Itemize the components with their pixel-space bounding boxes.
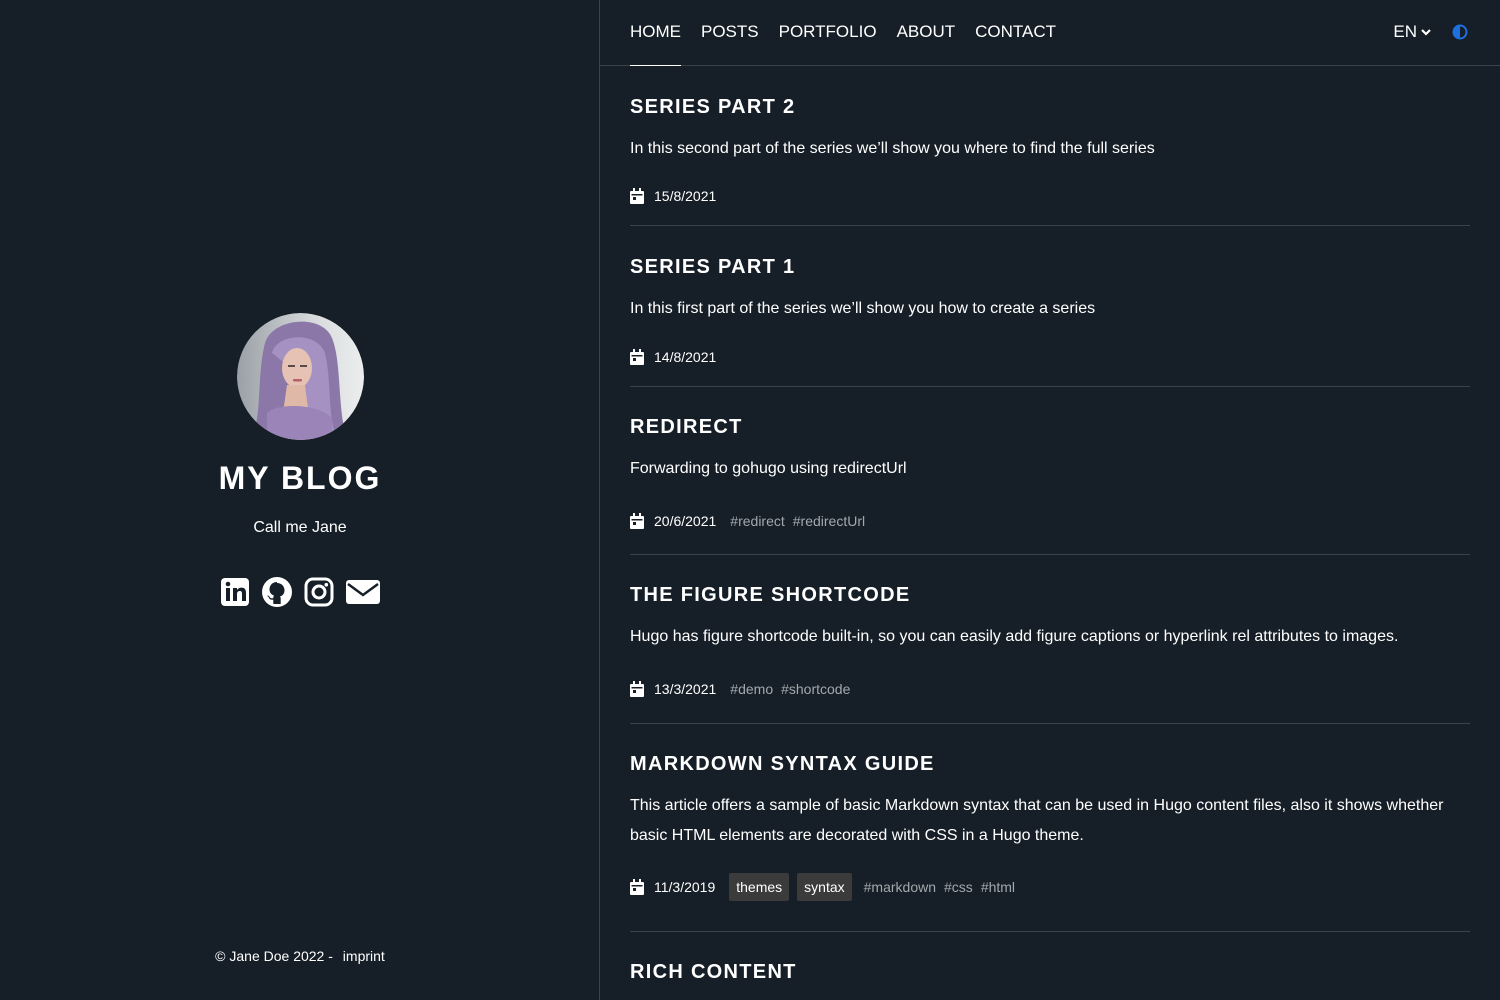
post-summary: This article offers a sample of basic Ma…	[630, 797, 1444, 844]
post-item: RICH CONTENT	[630, 932, 1470, 984]
profile: MY BLOG Call me Jane	[0, 313, 600, 608]
category-badge[interactable]: themes	[729, 873, 790, 901]
calendar-icon	[630, 349, 644, 365]
blog-tagline: Call me Jane	[253, 519, 347, 536]
post-title[interactable]: SERIES PART 2	[630, 67, 1470, 119]
post-tag[interactable]: #css	[944, 877, 973, 897]
main-content: HOME POSTS PORTFOLIO ABOUT CONTACT EN SE…	[600, 0, 1500, 1000]
post-date: 13/3/2021	[654, 681, 717, 697]
copyright-text: © Jane Doe 2022 -	[215, 948, 333, 964]
post-title[interactable]: RICH CONTENT	[630, 932, 1470, 984]
blog-title: MY BLOG	[218, 460, 382, 496]
nav-posts[interactable]: POSTS	[701, 22, 759, 66]
nav-home[interactable]: HOME	[630, 22, 681, 66]
post-item: SERIES PART 1 In this first part of the …	[630, 226, 1470, 387]
post-date: 14/8/2021	[654, 349, 717, 365]
language-label: EN	[1393, 22, 1417, 41]
avatar	[236, 313, 364, 440]
nav-contact[interactable]: CONTACT	[975, 22, 1056, 66]
post-title[interactable]: MARKDOWN SYNTAX GUIDE	[630, 724, 1470, 776]
post-date: 15/8/2021	[654, 188, 717, 204]
calendar-icon	[630, 681, 644, 697]
post-meta: 11/3/2019 themes syntax #markdown #css #…	[630, 873, 1470, 901]
post-tag[interactable]: #redirectUrl	[793, 511, 865, 531]
post-tag[interactable]: #redirect	[730, 511, 784, 531]
nav-menu: HOME POSTS PORTFOLIO ABOUT CONTACT	[630, 22, 1056, 66]
post-summary: In this second part of the series we’ll …	[630, 140, 1155, 157]
top-navbar: HOME POSTS PORTFOLIO ABOUT CONTACT EN	[600, 0, 1500, 66]
social-links	[0, 576, 600, 608]
page: MY BLOG Call me Jane © Jane Doe 2022 - i…	[0, 0, 1500, 1000]
post-item: SERIES PART 2 In this second part of the…	[630, 67, 1470, 226]
post-item: MARKDOWN SYNTAX GUIDE This article offer…	[630, 724, 1470, 932]
calendar-icon	[630, 879, 644, 895]
post-meta: 13/3/2021 #demo #shortcode	[630, 679, 1470, 699]
post-meta: 14/8/2021	[630, 347, 1470, 367]
post-tag[interactable]: #demo	[730, 679, 773, 699]
post-summary: Forwarding to gohugo using redirectUrl	[630, 460, 907, 477]
chevron-down-icon	[1421, 29, 1431, 36]
post-date: 11/3/2019	[654, 879, 716, 895]
sidebar: MY BLOG Call me Jane © Jane Doe 2022 - i…	[0, 0, 600, 1000]
post-date: 20/6/2021	[654, 513, 717, 529]
post-meta: 15/8/2021	[630, 186, 1470, 206]
nav-portfolio[interactable]: PORTFOLIO	[779, 22, 877, 66]
post-title[interactable]: REDIRECT	[630, 387, 1470, 439]
calendar-icon	[630, 513, 644, 529]
instagram-icon[interactable]	[303, 576, 335, 608]
sidebar-footer: © Jane Doe 2022 - imprint	[0, 948, 600, 964]
post-tag[interactable]: #html	[981, 877, 1015, 897]
post-title[interactable]: SERIES PART 1	[630, 226, 1470, 279]
theme-toggle-icon[interactable]	[1452, 24, 1468, 40]
post-summary: Hugo has figure shortcode built-in, so y…	[630, 628, 1399, 645]
post-title[interactable]: THE FIGURE SHORTCODE	[630, 555, 1470, 607]
post-tag[interactable]: #shortcode	[781, 679, 850, 699]
linkedin-icon[interactable]	[219, 576, 251, 608]
envelope-icon[interactable]	[345, 576, 381, 608]
post-item: REDIRECT Forwarding to gohugo using redi…	[630, 387, 1470, 555]
calendar-icon	[630, 188, 644, 204]
post-meta: 20/6/2021 #redirect #redirectUrl	[630, 511, 1470, 531]
category-badge[interactable]: syntax	[797, 873, 852, 901]
post-list: SERIES PART 2 In this second part of the…	[630, 67, 1470, 984]
imprint-link[interactable]: imprint	[343, 948, 385, 964]
nav-about[interactable]: ABOUT	[897, 22, 956, 66]
github-icon[interactable]	[261, 576, 293, 608]
post-item: THE FIGURE SHORTCODE Hugo has figure sho…	[630, 555, 1470, 724]
post-tag[interactable]: #markdown	[864, 877, 936, 897]
language-selector[interactable]: EN	[1393, 22, 1432, 42]
post-summary: In this first part of the series we’ll s…	[630, 300, 1096, 317]
